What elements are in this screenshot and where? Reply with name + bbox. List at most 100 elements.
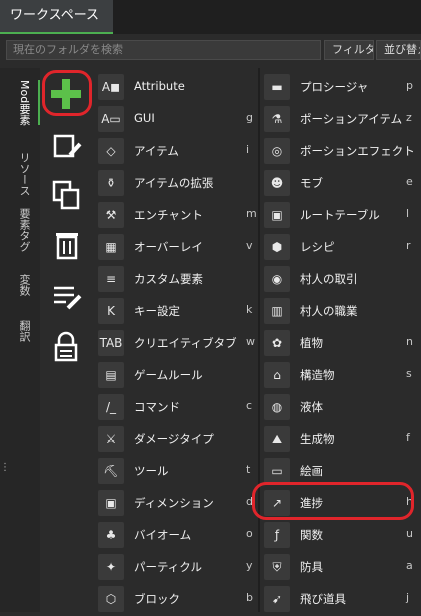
element-label: ダメージタイプ (134, 432, 214, 446)
left-element-item[interactable]: ▤ ゲームルール (94, 360, 254, 392)
left-element-item[interactable]: ▣ ディメンション d (94, 488, 254, 520)
edit-icon (53, 134, 82, 158)
element-icon: ▣ (98, 490, 124, 516)
element-label: 植物 (300, 336, 323, 350)
element-icon: ◇ (98, 138, 124, 164)
shortcut-key: f (406, 431, 410, 444)
element-icon: A◼ (98, 74, 124, 100)
list-edit-button[interactable] (50, 280, 84, 314)
element-icon: ☻ (264, 170, 290, 196)
shortcut-key: s (406, 367, 412, 380)
highlight-advancement (252, 482, 414, 520)
shortcut-key: l (406, 207, 410, 220)
left-element-item[interactable]: ⚱ アイテムの拡張 (94, 168, 254, 200)
shortcut-key: y (246, 559, 253, 572)
element-icon: ▭ (264, 458, 290, 484)
element-icon: ⚒ (98, 202, 124, 228)
shortcut-key: k (246, 303, 253, 316)
left-element-item[interactable]: ⛏ ツール t (94, 456, 254, 488)
shortcut-key: r (406, 239, 411, 252)
resize-handle[interactable]: ⋮ (0, 462, 10, 478)
element-icon: ◉ (264, 266, 290, 292)
element-label: 液体 (300, 400, 323, 414)
left-element-item[interactable]: ⬡ ブロック b (94, 584, 254, 616)
filter-button[interactable]: フィルタ (324, 40, 374, 60)
right-element-item[interactable]: ⌂ 構造物 s (260, 360, 420, 392)
element-icon: ▦ (98, 234, 124, 260)
tool-column (40, 68, 94, 612)
element-icon: ▣ (264, 202, 290, 228)
element-label: カスタム要素 (134, 272, 203, 286)
right-element-item[interactable]: ⚗ ポーションアイテム z (260, 104, 420, 136)
right-element-item[interactable]: ✿ 植物 n (260, 328, 420, 360)
vtab-variables[interactable]: 変数 (12, 274, 32, 296)
tab-workspace[interactable]: ワークスペース (0, 0, 113, 34)
edit-button[interactable] (50, 130, 84, 164)
element-icon: A▭ (98, 106, 124, 132)
element-label: アイテム (134, 144, 179, 158)
left-element-item[interactable]: ⚔ ダメージタイプ (94, 424, 254, 456)
left-element-item[interactable]: K キー設定 k (94, 296, 254, 328)
element-label: ポーションエフェクト (300, 144, 415, 158)
element-icon: TAB (98, 330, 124, 356)
right-element-item[interactable]: ƒ 関数 u (260, 520, 420, 552)
right-element-item[interactable]: ◍ 液体 (260, 392, 420, 424)
shortcut-key: g (246, 111, 253, 124)
left-element-item[interactable]: TAB クリエイティブタブ w (94, 328, 255, 360)
left-element-item[interactable]: A◼ Attribute (94, 72, 254, 104)
element-icon: ✦ (98, 554, 124, 580)
delete-icon (56, 233, 78, 260)
search-input[interactable]: 現在のフォルダを検索 (6, 40, 321, 60)
element-icon: ▤ (98, 362, 124, 388)
element-icon: ◍ (264, 394, 290, 420)
element-label: 構造物 (300, 368, 335, 382)
element-icon: ⬡ (98, 586, 124, 612)
lock-button[interactable] (50, 330, 84, 364)
vtab-resources[interactable]: リソース (12, 152, 32, 196)
left-element-item[interactable]: ◇ アイテム i (94, 136, 254, 168)
sort-button[interactable]: 並び替え (376, 40, 421, 60)
highlight-add (42, 70, 92, 116)
vtab-element-tags[interactable]: 要素タグ (12, 208, 32, 252)
right-element-item[interactable]: ▥ 村人の職業 (260, 296, 420, 328)
element-label: Attribute (134, 79, 185, 93)
left-element-item[interactable]: /_ コマンド c (94, 392, 254, 424)
right-element-item[interactable]: ☻ モブ e (260, 168, 420, 200)
element-label: オーバーレイ (134, 240, 203, 254)
duplicate-button[interactable] (50, 178, 84, 212)
right-element-item[interactable]: ➹ 飛び道具 j (260, 584, 420, 616)
shortcut-key: p (406, 79, 413, 92)
right-element-item[interactable]: ▬ プロシージャ p (260, 72, 420, 104)
left-element-item[interactable]: A▭ GUI g (94, 104, 254, 136)
element-grid: A◼ Attribute A▭ GUI g ◇ アイテム i ⚱ アイテムの拡張 ⚒ エンチャント m ▦… (94, 68, 421, 612)
duplicate-icon (52, 180, 80, 210)
left-element-item[interactable]: ⚒ エンチャント m (94, 200, 257, 232)
left-element-item[interactable]: ▦ オーバーレイ v (94, 232, 254, 264)
right-element-item[interactable]: ⛰ 生成物 f (260, 424, 420, 456)
element-icon: /_ (98, 394, 124, 420)
left-element-item[interactable]: ≡ カスタム要素 (94, 264, 254, 296)
element-label: ポーションアイテム (300, 112, 403, 126)
element-icon: ⌂ (264, 362, 290, 388)
left-element-item[interactable]: ✦ パーティクル y (94, 552, 254, 584)
right-element-item[interactable]: ▣ ルートテーブル l (260, 200, 420, 232)
element-label: キー設定 (134, 304, 180, 318)
element-icon: ⚱ (98, 170, 124, 196)
element-icon: ƒ (264, 522, 290, 548)
vtab-mod-elements[interactable]: Mod要素 (12, 80, 40, 126)
right-element-item[interactable]: ⬢ レシピ r (260, 232, 420, 264)
vertical-tabs: Mod要素 リソース 要素タグ 変数 翻訳 (0, 68, 40, 612)
element-label: モブ (300, 176, 323, 190)
vtab-translations[interactable]: 翻訳 (12, 320, 32, 342)
right-element-item[interactable]: ◎ ポーションエフェクト (260, 136, 420, 168)
right-element-item[interactable]: ⛨ 防具 a (260, 552, 420, 584)
list-edit-icon (54, 286, 82, 310)
delete-button[interactable] (50, 228, 84, 262)
left-element-item[interactable]: ♣ バイオーム o (94, 520, 254, 552)
element-label: アイテムの拡張 (134, 176, 214, 190)
right-element-item[interactable]: ◉ 村人の取引 (260, 264, 420, 296)
element-label: 村人の取引 (300, 272, 358, 286)
shortcut-key: n (406, 335, 413, 348)
element-label: ディメンション (134, 496, 214, 510)
element-label: コマンド (134, 400, 180, 414)
